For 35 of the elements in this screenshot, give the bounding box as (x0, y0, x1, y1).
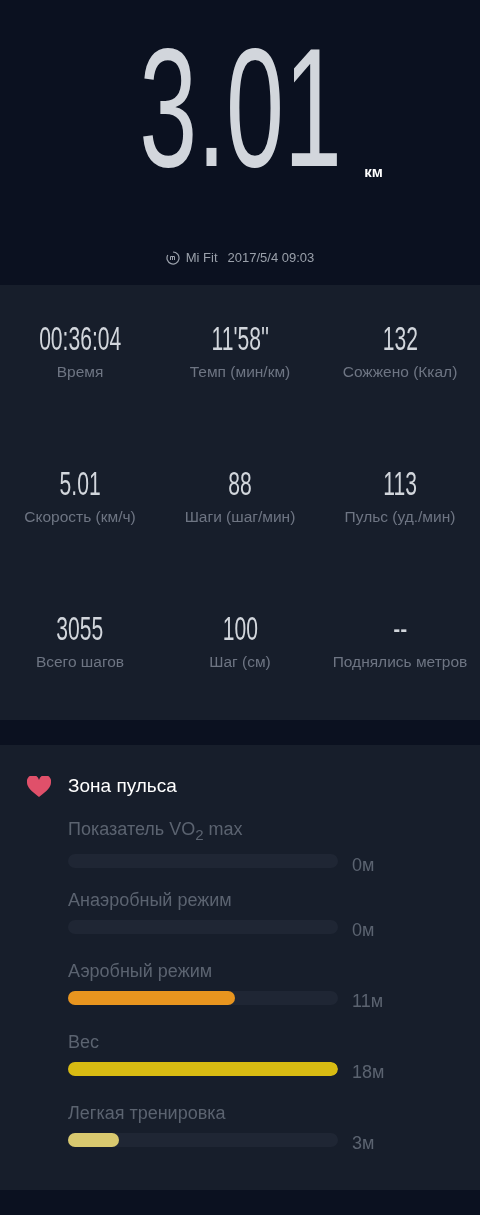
stat-label: Поднялись метров (332, 653, 468, 672)
workout-datetime: 2017/5/4 09:03 (227, 250, 315, 265)
stat-label: Шаг (см) (209, 653, 271, 672)
stat-value: 00:36:04 (38, 320, 121, 358)
stat-label: Время (56, 363, 104, 382)
stat-value: 3055 (56, 610, 104, 648)
zone-label: Анаэробный режим (68, 889, 232, 912)
heart-icon (27, 775, 51, 797)
stat-value: 5.01 (59, 465, 101, 503)
stat-value: 88 (228, 465, 252, 503)
stat-value: 11'58'' (211, 320, 269, 358)
zone-duration: 11м (352, 991, 384, 1012)
zone-label: Вес (68, 1031, 100, 1054)
stat-label: Всего шагов (35, 653, 125, 672)
zone-label: Показатель VO$_{2}$ max (68, 818, 243, 845)
stat-label: Скорость (км/ч) (24, 508, 136, 527)
zone-duration: 0м (352, 920, 375, 941)
section-title: Зона пульса (68, 775, 177, 797)
zone-duration: 0м (352, 854, 375, 876)
stat-label: Пульс (уд./мин) (344, 508, 456, 527)
stat-label: Шаги (шаг/мин) (184, 508, 296, 527)
distance-unit: км (364, 163, 383, 180)
stat-value: 132 (382, 320, 418, 358)
zone-duration: 3м (352, 1133, 375, 1154)
distance-value: 3.01 (139, 13, 343, 192)
stat-label: Темп (мин/км) (189, 363, 291, 382)
source-app: Mi Fit (185, 250, 218, 265)
zone-duration: 18м (352, 1062, 385, 1083)
mi-logo-icon (165, 250, 180, 265)
stat-label: Сожжено (Ккал) (342, 363, 458, 382)
stat-value: 113 (383, 465, 417, 503)
stat-value: -- (393, 610, 407, 648)
stat-value: 100 (222, 610, 258, 648)
zone-label: Легкая тренировка (68, 1102, 226, 1125)
zone-label: Аэробный режим (68, 960, 213, 983)
